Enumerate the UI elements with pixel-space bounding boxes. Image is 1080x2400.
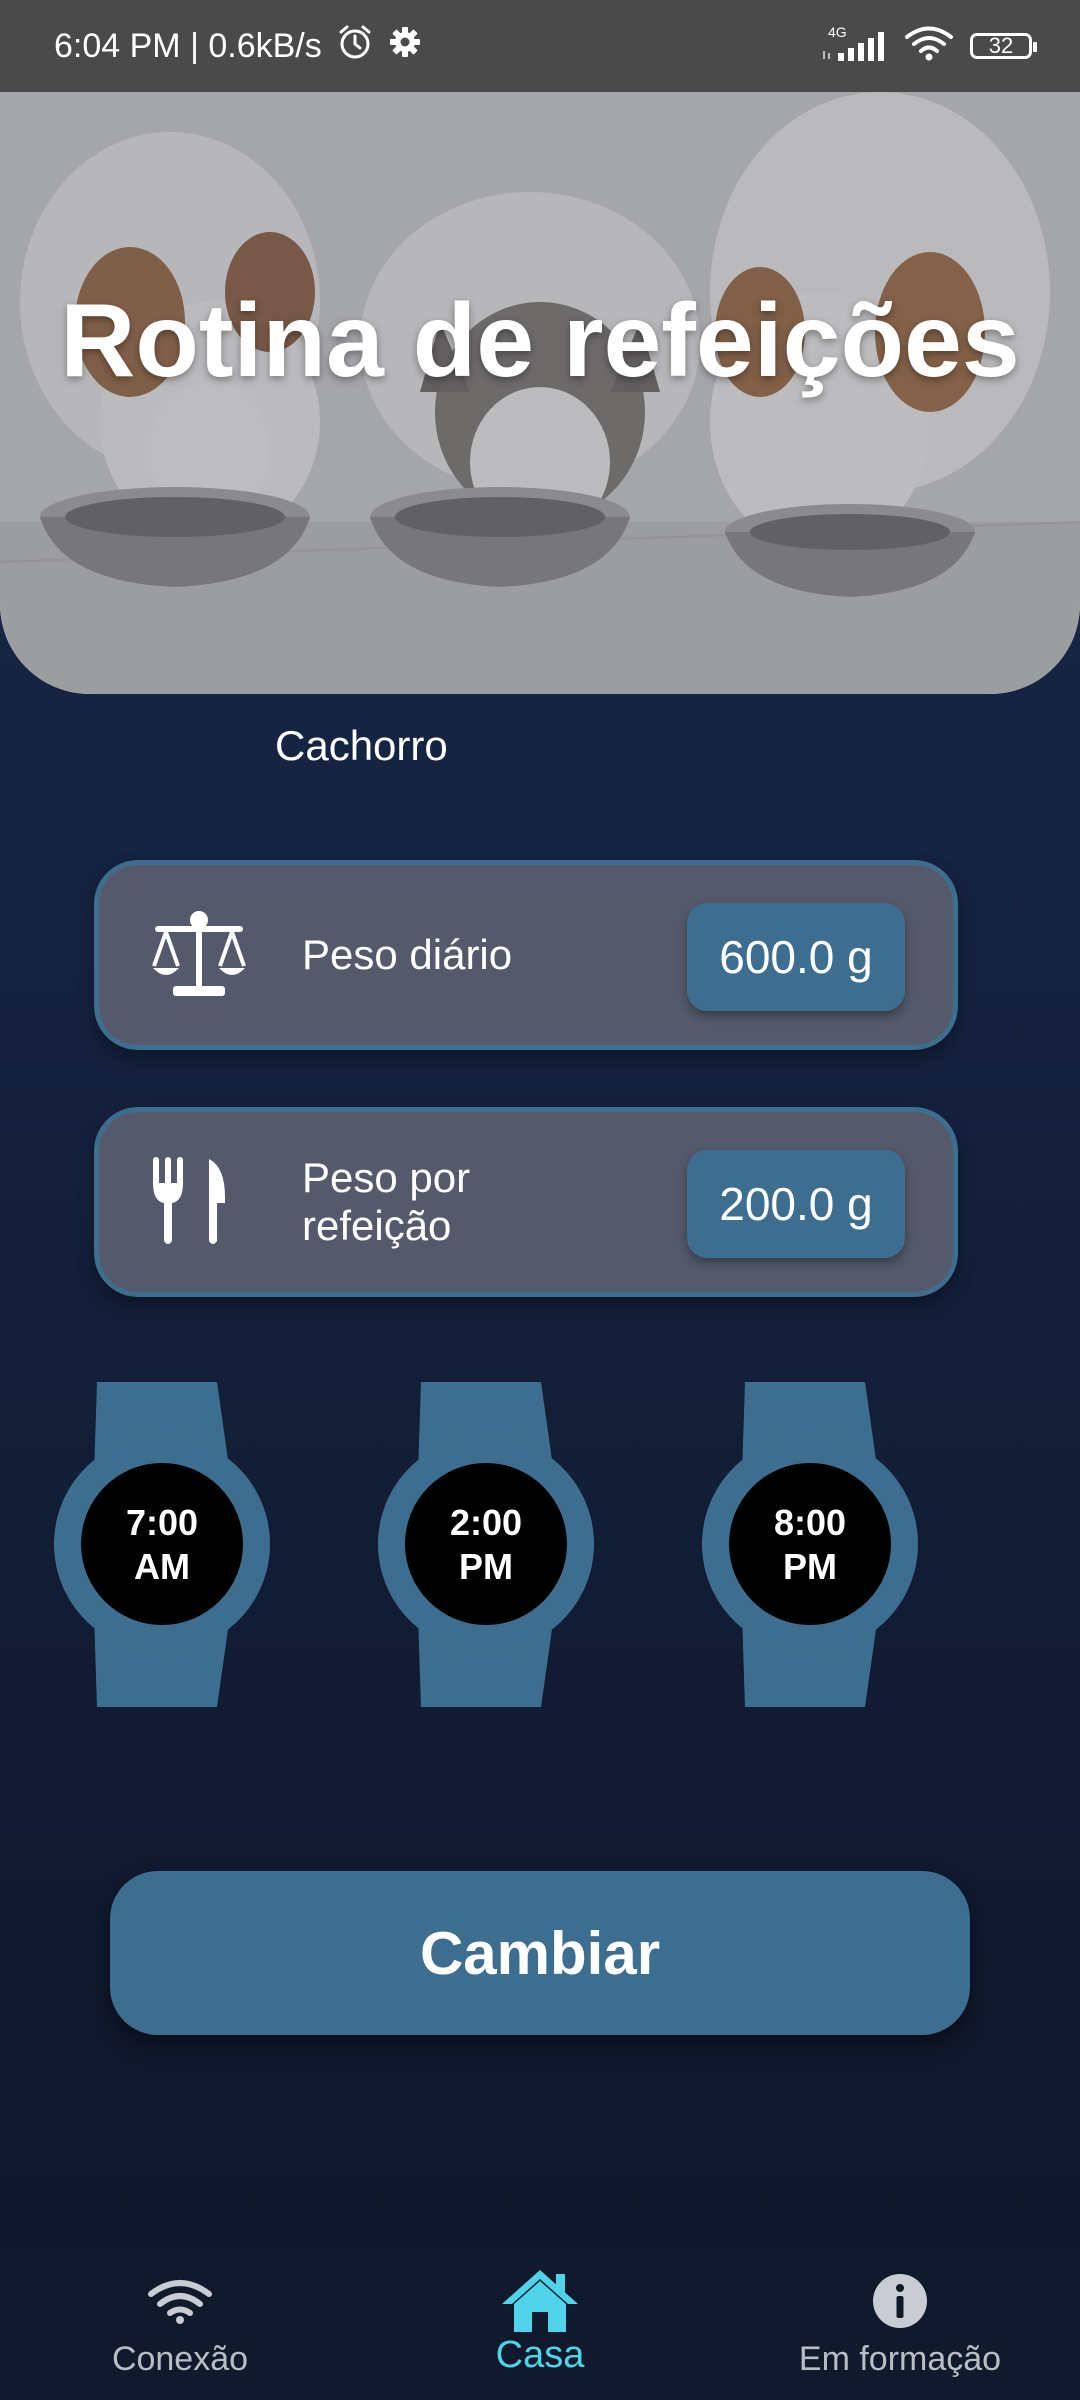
wifi-icon bbox=[147, 2270, 213, 2332]
meal-weight-label: Peso por refeição bbox=[302, 1154, 471, 1249]
status-bar: 6:04 PM | 0.6kB/s 4G 32 bbox=[0, 0, 1080, 92]
bottom-navigation: Conexão Casa Em formação bbox=[0, 2246, 1080, 2400]
pet-type-label: Cachorro bbox=[275, 722, 448, 769]
utensils-icon bbox=[147, 1157, 251, 1247]
meal-time-period: AM bbox=[134, 1545, 190, 1587]
daily-weight-value[interactable]: 600.0 g bbox=[687, 903, 905, 1011]
nav-label-home: Casa bbox=[495, 2334, 585, 2376]
meal-weight-card: Peso por refeição 200.0 g bbox=[94, 1107, 958, 1297]
meal-time-display: 8:00 PM bbox=[700, 1382, 920, 1707]
meal-time-period: PM bbox=[783, 1545, 837, 1587]
meal-weight-value[interactable]: 200.0 g bbox=[687, 1150, 905, 1258]
nav-label-info: Em formação bbox=[798, 2340, 1002, 2378]
meal-time-display: 7:00 AM bbox=[52, 1382, 272, 1707]
battery-indicator: 32 bbox=[970, 33, 1037, 59]
nav-item-connection[interactable]: Conexão bbox=[80, 2246, 280, 2400]
nav-label-connection: Conexão bbox=[111, 2340, 249, 2378]
status-right: 4G 32 bbox=[820, 0, 1037, 92]
meal-time-value: 7:00 bbox=[125, 1501, 199, 1543]
home-icon bbox=[500, 2270, 580, 2332]
meal-time-watch-1[interactable]: 7:00 AM bbox=[52, 1382, 272, 1707]
daily-weight-card: Peso diário 600.0 g bbox=[94, 860, 958, 1050]
daily-weight-label: Peso diário bbox=[302, 931, 513, 978]
change-button[interactable]: Cambiar bbox=[110, 1871, 970, 2035]
nav-item-info[interactable]: Em formação bbox=[780, 2246, 1020, 2400]
meal-time-value: 2:00 bbox=[449, 1501, 523, 1543]
meal-time-display: 2:00 PM bbox=[376, 1382, 596, 1707]
wifi-status-icon bbox=[904, 26, 954, 67]
nav-item-home[interactable]: Casa bbox=[440, 2246, 640, 2400]
meal-time-watch-2[interactable]: 2:00 PM bbox=[376, 1382, 596, 1707]
meal-time-period: PM bbox=[459, 1545, 513, 1587]
status-left: 6:04 PM | 0.6kB/s bbox=[54, 0, 422, 92]
hero-banner: Rotina de refeições bbox=[0, 92, 1080, 694]
alarm-icon bbox=[336, 23, 374, 70]
meal-time-watch-3[interactable]: 8:00 PM bbox=[700, 1382, 920, 1707]
scale-icon bbox=[147, 910, 251, 1000]
status-time-speed: 6:04 PM | 0.6kB/s bbox=[54, 26, 322, 65]
page-title: Rotina de refeições bbox=[60, 283, 1020, 399]
settings-gear-icon bbox=[388, 25, 422, 68]
info-icon bbox=[872, 2270, 928, 2332]
network-type: 4G bbox=[828, 24, 847, 40]
cellular-signal-icon: 4G bbox=[820, 25, 888, 63]
meal-time-value: 8:00 bbox=[773, 1501, 847, 1543]
